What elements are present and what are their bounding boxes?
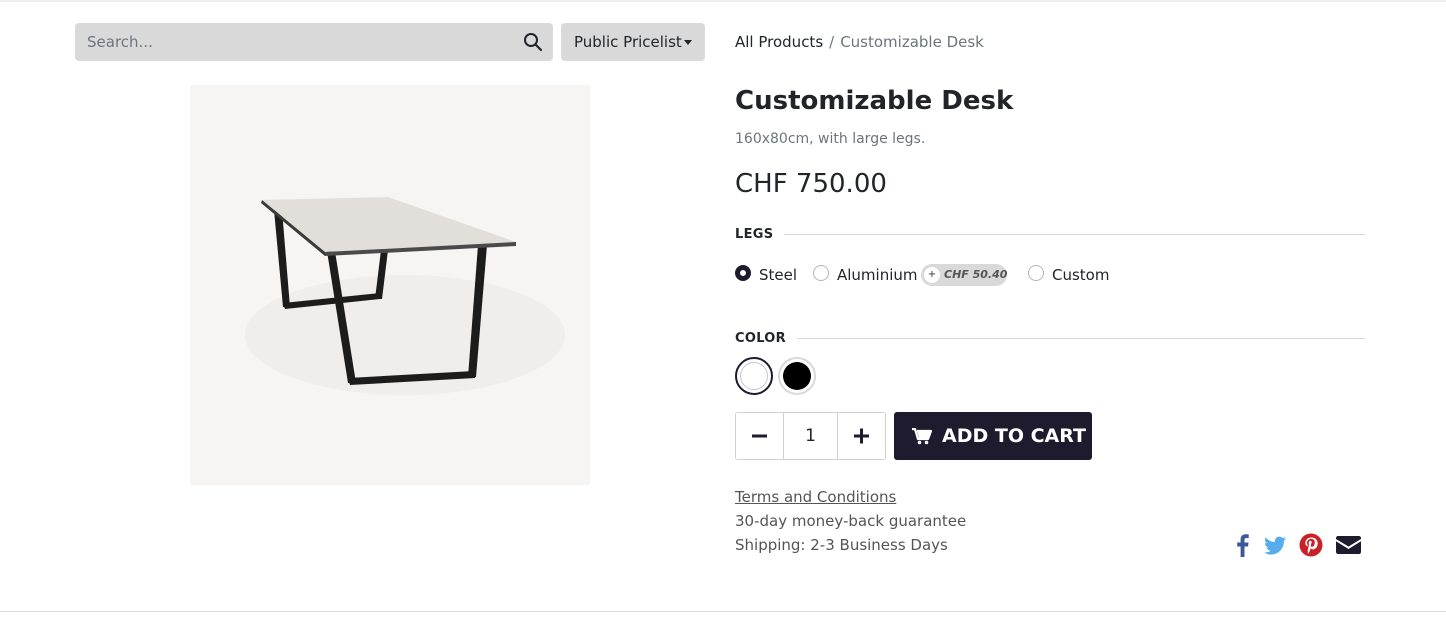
color-swatch-white-fill bbox=[740, 362, 768, 390]
breadcrumb-current: Customizable Desk bbox=[840, 33, 984, 51]
legs-option-custom-label[interactable]: Custom bbox=[1052, 266, 1109, 284]
product-title: Customizable Desk bbox=[735, 86, 1014, 116]
search-input[interactable] bbox=[75, 23, 505, 61]
add-to-cart-label: ADD TO CART bbox=[942, 425, 1086, 447]
price-extra-amount: CHF 50.40 bbox=[944, 268, 1008, 281]
plus-icon: + bbox=[924, 267, 940, 283]
quantity-input[interactable] bbox=[784, 413, 837, 459]
quantity-increase-button[interactable] bbox=[837, 413, 885, 459]
legs-attribute-label: LEGS bbox=[735, 227, 774, 242]
top-divider bbox=[0, 0, 1446, 2]
email-icon[interactable] bbox=[1336, 533, 1361, 557]
breadcrumb-all-products[interactable]: All Products bbox=[735, 33, 823, 51]
terms-link[interactable]: Terms and Conditions bbox=[735, 488, 896, 506]
pricelist-dropdown[interactable]: Public Pricelist bbox=[561, 23, 705, 61]
cart-icon bbox=[912, 427, 933, 449]
bottom-divider bbox=[0, 611, 1446, 612]
color-swatch-white[interactable] bbox=[735, 357, 773, 395]
search-bar bbox=[75, 23, 553, 61]
color-attribute-label: COLOR bbox=[735, 331, 786, 346]
legs-divider bbox=[784, 234, 1365, 235]
legs-radio-aluminium[interactable] bbox=[813, 265, 829, 281]
shipping-text: Shipping: 2-3 Business Days bbox=[735, 536, 948, 554]
breadcrumb: All Products / Customizable Desk bbox=[735, 33, 984, 51]
legs-option-steel-label[interactable]: Steel bbox=[759, 266, 797, 284]
facebook-icon[interactable] bbox=[1236, 533, 1249, 557]
minus-icon bbox=[752, 434, 767, 438]
pricelist-label: Public Pricelist bbox=[574, 33, 682, 51]
color-divider bbox=[797, 338, 1365, 339]
pinterest-icon[interactable] bbox=[1299, 533, 1323, 557]
price-extra-badge: + CHF 50.40 bbox=[921, 264, 1007, 286]
guarantee-text: 30-day money-back guarantee bbox=[735, 512, 967, 530]
product-price: CHF 750.00 bbox=[735, 169, 887, 199]
plus-icon bbox=[854, 428, 869, 444]
product-description: 160x80cm, with large legs. bbox=[735, 131, 926, 147]
search-icon[interactable] bbox=[523, 32, 543, 52]
breadcrumb-separator: / bbox=[829, 33, 835, 51]
color-swatch-black-fill bbox=[783, 362, 811, 390]
add-to-cart-button[interactable]: ADD TO CART bbox=[894, 412, 1092, 460]
quantity-decrease-button[interactable] bbox=[736, 413, 784, 459]
twitter-icon[interactable] bbox=[1264, 533, 1287, 557]
legs-radio-custom[interactable] bbox=[1028, 265, 1044, 281]
caret-down-icon bbox=[684, 40, 692, 45]
color-swatch-black[interactable] bbox=[778, 357, 816, 395]
desk-illustration bbox=[190, 85, 590, 485]
legs-radio-steel[interactable] bbox=[735, 265, 751, 281]
legs-option-aluminium-label[interactable]: Aluminium bbox=[837, 266, 918, 284]
quantity-stepper bbox=[735, 412, 886, 460]
product-image[interactable] bbox=[190, 85, 590, 485]
